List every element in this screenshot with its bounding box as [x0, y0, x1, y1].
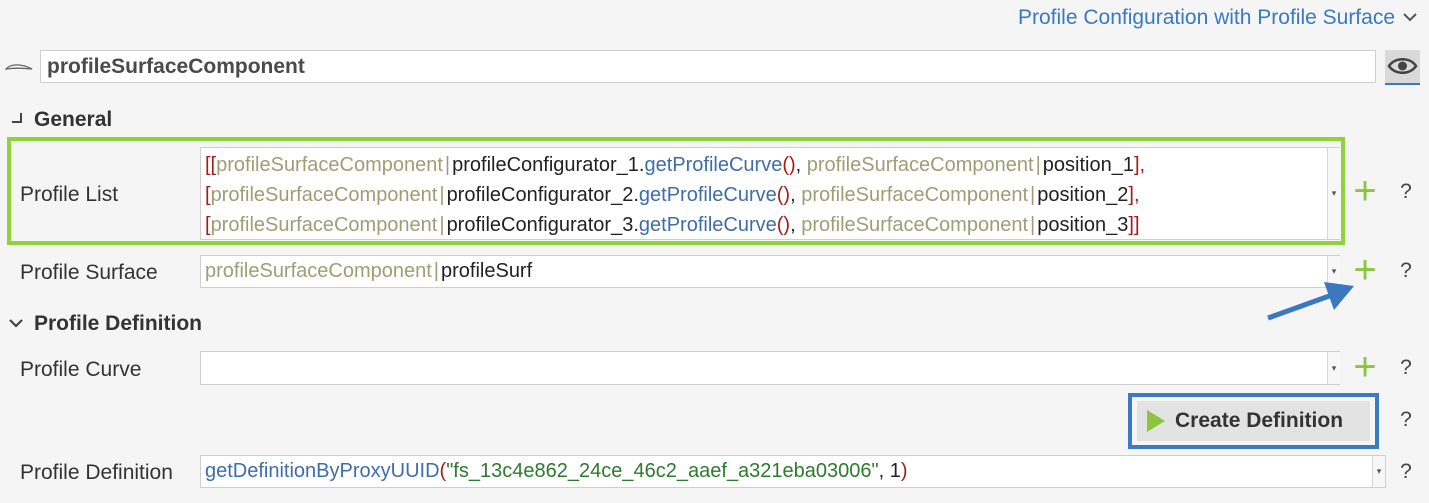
profile-definition-label: Profile Definition — [20, 461, 173, 484]
wing-profile-icon — [5, 64, 33, 70]
dropdown-arrow-icon[interactable]: ▾ — [1327, 352, 1340, 384]
create-definition-button[interactable]: Create Definition — [1137, 401, 1370, 441]
component-name-field[interactable]: profileSurfaceComponent — [40, 50, 1376, 83]
eye-icon — [1387, 58, 1418, 74]
visibility-toggle-button[interactable] — [1385, 50, 1420, 85]
dropdown-arrow-icon[interactable]: ▾ — [1327, 148, 1340, 239]
help-profile-list-button[interactable]: ? — [1399, 180, 1413, 204]
profile-surface-field[interactable]: profileSurfaceComponent | profileSurf — [200, 255, 1340, 288]
profile-curve-field[interactable] — [200, 351, 1340, 385]
chevron-down-icon[interactable] — [1401, 8, 1419, 26]
profile-list-line-1: [[profileSurfaceComponent | profileConfigu… — [205, 154, 1146, 176]
help-profile-curve-button[interactable]: ? — [1399, 356, 1413, 380]
section-profile-definition-title[interactable]: Profile Definition — [34, 312, 202, 336]
section-general-title[interactable]: General — [34, 108, 112, 132]
profile-list-line-2: [profileSurfaceComponent | profileConfigur… — [205, 184, 1140, 206]
play-icon — [1147, 410, 1165, 432]
collapsed-corner-icon[interactable] — [9, 110, 27, 128]
profile-definition-field[interactable]: getDefinitionByProxyUUID("fs_13c4e862_24… — [200, 455, 1386, 488]
help-profile-surface-button[interactable]: ? — [1399, 259, 1413, 283]
profile-curve-label: Profile Curve — [20, 358, 142, 381]
arrow-annotation-icon — [1267, 282, 1354, 321]
header-title-link[interactable]: Profile Configuration with Profile Surfa… — [1018, 6, 1395, 30]
help-create-definition-button[interactable]: ? — [1399, 408, 1413, 432]
profile-list-field[interactable]: [[profileSurfaceComponent | profileConfigu… — [200, 147, 1340, 240]
help-profile-definition-button[interactable]: ? — [1399, 460, 1413, 484]
dropdown-arrow-icon[interactable]: ▾ — [1372, 456, 1385, 487]
chevron-down-icon[interactable] — [7, 314, 25, 332]
profile-list-line-3: [profileSurfaceComponent | profileConfigur… — [205, 214, 1140, 236]
add-profile-list-button[interactable]: + — [1349, 171, 1381, 211]
create-definition-label: Create Definition — [1175, 409, 1344, 432]
add-profile-curve-button[interactable]: + — [1349, 347, 1381, 387]
profile-surface-label: Profile Surface — [20, 261, 158, 284]
profile-list-label: Profile List — [20, 183, 119, 206]
